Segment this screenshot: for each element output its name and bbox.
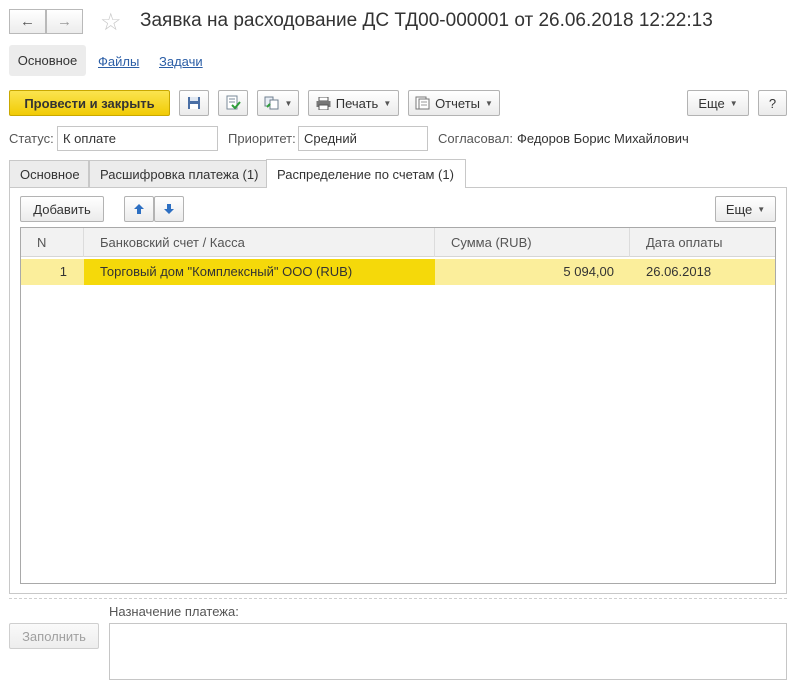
- help-button[interactable]: ?: [758, 90, 787, 116]
- section-link-files[interactable]: Файлы: [98, 54, 139, 69]
- priority-field[interactable]: Средний: [298, 126, 428, 151]
- chevron-down-icon: ▼: [757, 204, 766, 214]
- chevron-down-icon: ▼: [485, 98, 493, 108]
- move-up-button[interactable]: [124, 196, 154, 222]
- column-header-n[interactable]: N: [21, 228, 84, 257]
- section-link-tasks[interactable]: Задачи: [159, 54, 203, 69]
- arrow-up-icon: [134, 204, 144, 214]
- post-document-icon: [226, 95, 241, 110]
- chevron-down-icon: ▼: [284, 98, 293, 108]
- favorite-star-icon[interactable]: ☆: [100, 8, 122, 37]
- create-based-on-icon: [264, 96, 279, 110]
- accounts-table[interactable]: N Банковский счет / Касса Сумма (RUB) Да…: [20, 227, 776, 584]
- tab-account-distribution-label: Распределение по счетам (1): [277, 166, 454, 182]
- save-icon: [188, 97, 200, 109]
- column-header-account[interactable]: Банковский счет / Касса: [84, 228, 435, 257]
- post-and-close-button[interactable]: Провести и закрыть: [9, 90, 170, 116]
- back-button[interactable]: ←: [9, 9, 46, 34]
- table-more-label: Еще: [725, 201, 753, 217]
- more-label: Еще: [698, 95, 725, 111]
- print-label: Печать: [335, 95, 379, 111]
- add-button[interactable]: Добавить: [20, 196, 104, 222]
- table-more-button[interactable]: Еще ▼: [715, 196, 776, 222]
- approved-by-label: Согласовал:: [438, 131, 513, 146]
- tab-main[interactable]: Основное: [9, 160, 89, 187]
- post-button[interactable]: [218, 90, 248, 116]
- tab-payment-details[interactable]: Расшифровка платежа (1): [89, 160, 267, 187]
- cell-n: 1: [59, 264, 67, 279]
- table-row[interactable]: 1 Торговый дом "Комплексный" ООО (RUB) 5…: [21, 259, 775, 285]
- tab-payment-details-label: Расшифровка платежа (1): [100, 166, 259, 182]
- section-divider: [9, 598, 787, 599]
- post-and-close-label: Провести и закрыть: [24, 95, 155, 111]
- tab-main-label: Основное: [20, 166, 80, 182]
- arrow-left-icon: ←: [20, 13, 35, 30]
- table-header: N Банковский счет / Касса Сумма (RUB) Да…: [21, 228, 775, 257]
- status-label: Статус:: [9, 131, 54, 146]
- cell-account[interactable]: Торговый дом "Комплексный" ООО (RUB): [84, 259, 435, 285]
- column-header-date[interactable]: Дата оплаты: [630, 228, 775, 257]
- save-button[interactable]: [179, 90, 209, 116]
- forward-button[interactable]: →: [46, 9, 83, 34]
- section-tab-main-label: Основное: [17, 53, 78, 68]
- cell-amount: 5 094,00: [563, 264, 614, 279]
- more-button[interactable]: Еще ▼: [687, 90, 749, 116]
- arrow-down-icon: [164, 204, 174, 214]
- help-icon: ?: [768, 95, 777, 111]
- reports-button[interactable]: Отчеты ▼: [408, 90, 500, 116]
- move-down-button[interactable]: [154, 196, 184, 222]
- chevron-down-icon: ▼: [729, 98, 738, 108]
- approved-by-value: Федоров Борис Михайлович: [517, 131, 689, 146]
- page-title: Заявка на расходование ДС ТД00-000001 от…: [140, 10, 713, 31]
- payment-purpose-label: Назначение платежа:: [109, 604, 239, 619]
- cell-date: 26.06.2018: [646, 264, 712, 279]
- status-field[interactable]: К оплате: [57, 126, 218, 151]
- add-label: Добавить: [33, 201, 91, 217]
- chevron-down-icon: ▼: [383, 98, 392, 108]
- priority-label: Приоритет:: [228, 131, 296, 146]
- reports-label: Отчеты: [435, 95, 480, 111]
- section-tab-main[interactable]: Основное: [9, 45, 86, 76]
- create-based-on-button[interactable]: ▼: [257, 90, 299, 116]
- arrow-right-icon: →: [57, 13, 72, 30]
- fill-button[interactable]: Заполнить: [9, 623, 99, 649]
- column-header-amount[interactable]: Сумма (RUB): [435, 228, 630, 257]
- printer-icon: [316, 96, 331, 110]
- fill-label: Заполнить: [22, 628, 86, 644]
- payment-purpose-textarea[interactable]: [109, 623, 787, 680]
- reports-icon: [415, 96, 430, 110]
- tab-account-distribution[interactable]: Распределение по счетам (1): [266, 159, 466, 188]
- print-button[interactable]: Печать ▼: [308, 90, 399, 116]
